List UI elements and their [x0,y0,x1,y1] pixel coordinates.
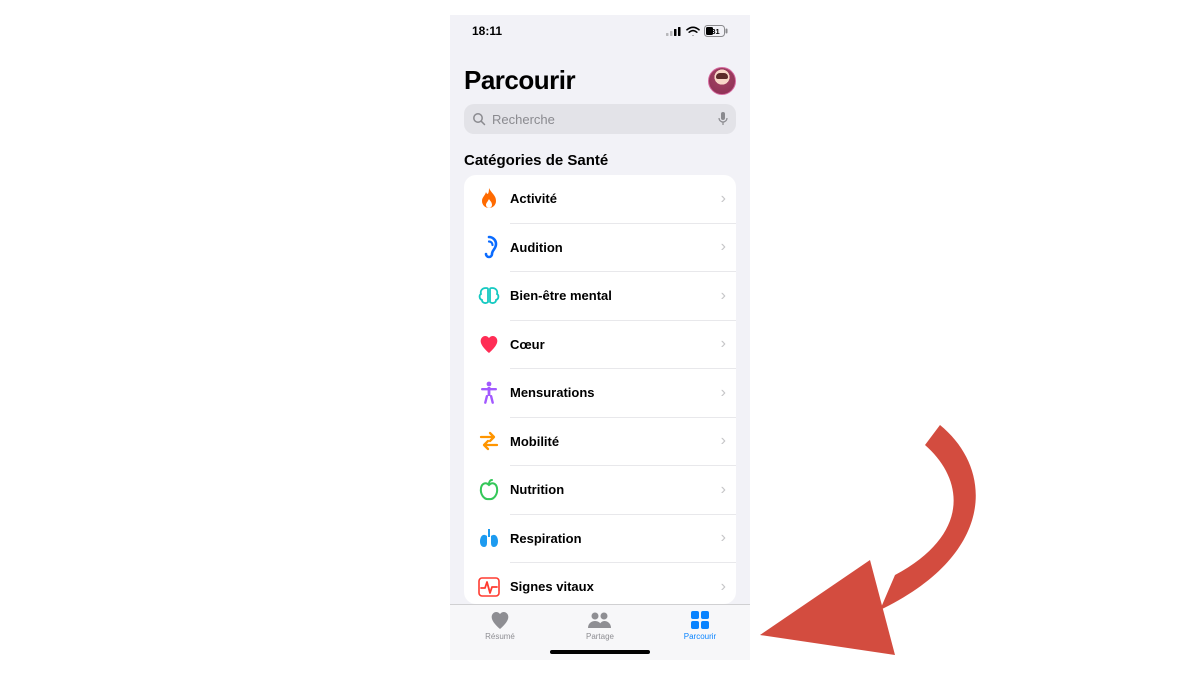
search-container [450,104,750,144]
chevron-right-icon: › [721,287,726,305]
category-label: Mensurations [504,385,721,400]
category-row[interactable]: Mensurations› [464,369,736,417]
brain-icon [474,286,504,306]
battery-icon: 31 [704,25,728,37]
wifi-icon [686,26,700,36]
search-icon [472,112,486,126]
heart-icon [474,334,504,354]
categories-list: Activité›Audition›Bien-être mental›Cœur›… [464,175,736,604]
ear-icon [474,235,504,259]
chevron-right-icon: › [721,529,726,547]
vitals-icon [474,577,504,597]
flame-icon [474,187,504,211]
chevron-right-icon: › [721,238,726,256]
category-row[interactable]: Cœur› [464,321,736,369]
heart-tab-icon [489,609,511,631]
category-row[interactable]: Audition› [464,224,736,272]
chevron-right-icon: › [721,481,726,499]
chevron-right-icon: › [721,190,726,208]
category-label: Signes vitaux [504,579,721,594]
svg-text:31: 31 [711,27,719,36]
body-icon [474,381,504,405]
category-row[interactable]: Activité› [464,175,736,223]
category-label: Cœur [504,337,721,352]
category-label: Mobilité [504,434,721,449]
avatar[interactable] [708,67,736,95]
category-label: Respiration [504,531,721,546]
category-row[interactable]: Mobilité› [464,418,736,466]
category-label: Nutrition [504,482,721,497]
status-indicators: 31 [666,25,728,37]
chevron-right-icon: › [721,384,726,402]
phone-screen: 18:11 31 Parcourir [450,15,750,660]
header: Parcourir [450,47,750,104]
people-tab-icon [587,609,613,631]
tab-label: Parcourir [684,632,716,641]
tab-label: Résumé [485,632,515,641]
category-row[interactable]: Bien-être mental› [464,272,736,320]
tab-bar: Résumé Partage P [450,604,750,660]
tab-summary[interactable]: Résumé [460,609,540,641]
cellular-icon [666,26,682,36]
tab-sharing[interactable]: Partage [560,609,640,641]
search-input[interactable] [492,112,712,127]
home-indicator[interactable] [550,650,650,654]
mic-icon[interactable] [718,112,728,126]
category-row[interactable]: Respiration› [464,515,736,563]
chevron-right-icon: › [721,578,726,596]
lungs-icon [474,528,504,548]
chevron-right-icon: › [721,335,726,353]
page-title: Parcourir [464,65,575,96]
tab-label: Partage [586,632,614,641]
category-label: Activité [504,191,721,206]
grid-tab-icon [690,609,710,631]
tab-browse[interactable]: Parcourir [660,609,740,641]
apple-icon [474,479,504,501]
status-time: 18:11 [472,24,502,38]
category-label: Bien-être mental [504,288,721,303]
categories-card: Activité›Audition›Bien-être mental›Cœur›… [464,175,736,604]
category-label: Audition [504,240,721,255]
annotation-arrow-icon [740,415,1020,675]
section-title: Catégories de Santé [450,144,750,175]
status-bar: 18:11 31 [450,15,750,47]
search-field[interactable] [464,104,736,134]
category-row[interactable]: Signes vitaux› [464,563,736,604]
category-row[interactable]: Nutrition› [464,466,736,514]
arrows-icon [474,431,504,451]
chevron-right-icon: › [721,432,726,450]
